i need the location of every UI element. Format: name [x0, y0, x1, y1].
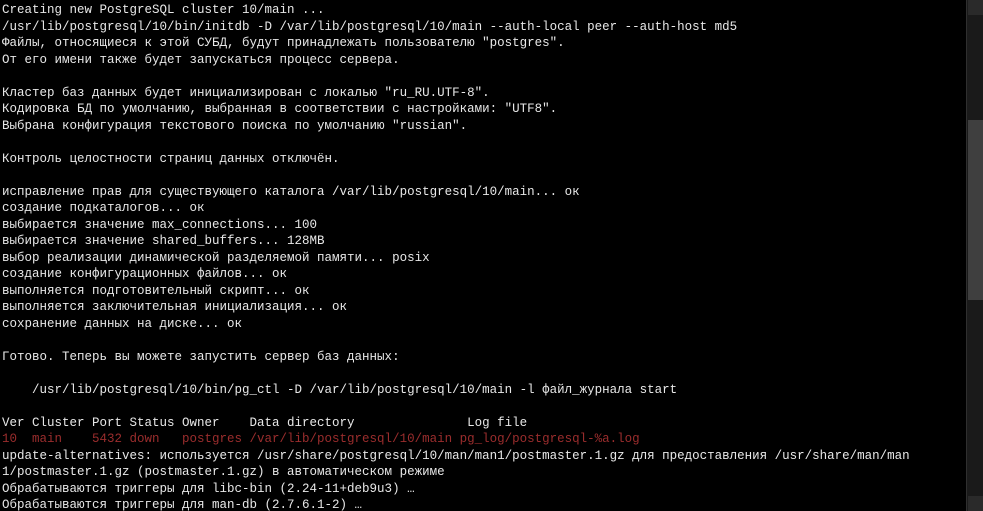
terminal-line: update-alternatives: используется /usr/s…: [2, 448, 983, 465]
terminal-line: /usr/lib/postgresql/10/bin/initdb -D /va…: [2, 19, 983, 36]
terminal-line: Контроль целостности страниц данных откл…: [2, 151, 983, 168]
terminal-line: Кодировка БД по умолчанию, выбранная в с…: [2, 101, 983, 118]
terminal-line: выбор реализации динамической разделяемо…: [2, 250, 983, 267]
terminal-output: Creating new PostgreSQL cluster 10/main …: [2, 2, 983, 511]
terminal-line: 10 main 5432 down postgres /var/lib/post…: [2, 431, 983, 448]
terminal-line: [2, 167, 983, 184]
terminal-line: Обрабатываются триггеры для libc-bin (2.…: [2, 481, 983, 498]
terminal-line: [2, 398, 983, 415]
terminal-line: От его имени также будет запускаться про…: [2, 52, 983, 69]
terminal-line: /usr/lib/postgresql/10/bin/pg_ctl -D /va…: [2, 382, 983, 399]
terminal-line: выполняется подготовительный скрипт... о…: [2, 283, 983, 300]
terminal-line: выполняется заключительная инициализация…: [2, 299, 983, 316]
vertical-scrollbar[interactable]: [966, 0, 983, 511]
terminal-line: сохранение данных на диске... ок: [2, 316, 983, 333]
scroll-thumb[interactable]: [968, 120, 983, 300]
scroll-up-arrow[interactable]: [968, 0, 983, 15]
terminal-line: создание подкаталогов... ок: [2, 200, 983, 217]
terminal-line: создание конфигурационных файлов... ок: [2, 266, 983, 283]
terminal-line: Выбрана конфигурация текстового поиска п…: [2, 118, 983, 135]
terminal-line: выбирается значение shared_buffers... 12…: [2, 233, 983, 250]
terminal-line: Файлы, относящиеся к этой СУБД, будут пр…: [2, 35, 983, 52]
terminal-line: Creating new PostgreSQL cluster 10/main …: [2, 2, 983, 19]
terminal-line: Обрабатываются триггеры для man-db (2.7.…: [2, 497, 983, 511]
terminal-line: Готово. Теперь вы можете запустить серве…: [2, 349, 983, 366]
scroll-down-arrow[interactable]: [968, 496, 983, 511]
terminal-line: [2, 365, 983, 382]
terminal-line: [2, 68, 983, 85]
terminal-line: [2, 134, 983, 151]
terminal-line: выбирается значение max_connections... 1…: [2, 217, 983, 234]
terminal-line: исправление прав для существующего катал…: [2, 184, 983, 201]
terminal-line: Ver Cluster Port Status Owner Data direc…: [2, 415, 983, 432]
terminal-line: Кластер баз данных будет инициализирован…: [2, 85, 983, 102]
terminal-line: 1/postmaster.1.gz (postmaster.1.gz) в ав…: [2, 464, 983, 481]
terminal-line: [2, 332, 983, 349]
